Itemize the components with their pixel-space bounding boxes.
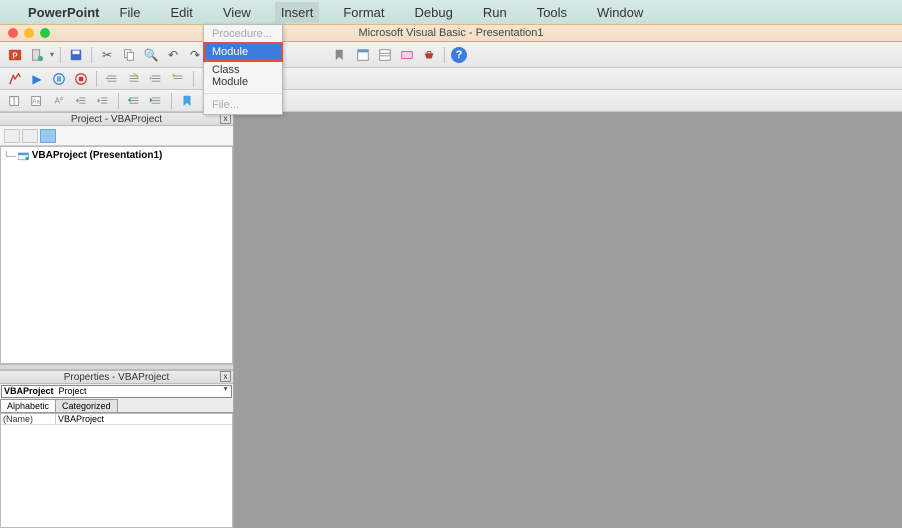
step-into-icon[interactable]: [103, 70, 121, 88]
insert-file[interactable]: File...: [204, 96, 282, 114]
object-browser-icon[interactable]: [398, 46, 416, 64]
find-icon[interactable]: 🔍: [142, 46, 160, 64]
pause-icon[interactable]: [50, 70, 68, 88]
toggle-folders-icon[interactable]: [40, 129, 56, 143]
insert-separator: [204, 93, 282, 94]
insert-module[interactable]: Module: [204, 43, 282, 61]
toolbar-dropdown-arrow-icon[interactable]: ▾: [50, 50, 54, 59]
run-to-cursor-icon[interactable]: [169, 70, 187, 88]
toolbox-icon[interactable]: [420, 46, 438, 64]
tab-alphabetic[interactable]: Alphabetic: [0, 399, 56, 412]
edit-toolbar: Aa Aa: [0, 90, 902, 112]
outdent-icon[interactable]: [94, 92, 112, 110]
save-icon[interactable]: [67, 46, 85, 64]
svg-text:Aa: Aa: [32, 98, 40, 105]
property-name: (Name): [1, 414, 56, 424]
play-icon[interactable]: ▶: [28, 70, 46, 88]
properties-pane: Properties - VBAProject x VBAProject Pro…: [0, 370, 233, 528]
menu-window[interactable]: Window: [591, 2, 649, 23]
insert-class-module[interactable]: Class Module: [204, 61, 282, 91]
vba-project-icon: [18, 151, 30, 161]
powerpoint-icon[interactable]: P: [6, 46, 24, 64]
properties-tabs: Alphabetic Categorized: [0, 399, 233, 413]
uncomment-block-icon[interactable]: [147, 92, 165, 110]
properties-object-combo-wrap: VBAProject Project ▼: [0, 384, 233, 399]
step-out-icon[interactable]: [147, 70, 165, 88]
menu-insert[interactable]: Insert: [275, 2, 320, 23]
property-row-name[interactable]: (Name) VBAProject: [1, 414, 232, 425]
list-constants-icon[interactable]: Aa: [28, 92, 46, 110]
toggle-breakpoint-icon[interactable]: [6, 70, 24, 88]
window-close-button[interactable]: [8, 28, 18, 38]
properties-window-icon[interactable]: [376, 46, 394, 64]
cut-icon[interactable]: ✂: [98, 46, 116, 64]
project-pane-title: Project - VBAProject: [71, 114, 162, 125]
menu-format[interactable]: Format: [337, 2, 390, 23]
tree-item-vbaproject[interactable]: └─ VBAProject (Presentation1): [3, 149, 230, 162]
toolbar-separator: [118, 93, 119, 109]
toolbar-separator: [193, 71, 194, 87]
properties-pane-close-button[interactable]: x: [220, 371, 231, 382]
toolbar-separator: [444, 47, 445, 63]
menu-edit[interactable]: Edit: [164, 2, 198, 23]
window-traffic-lights: [0, 28, 50, 38]
view-object-icon[interactable]: [22, 129, 38, 143]
stop-icon[interactable]: [72, 70, 90, 88]
code-area: [234, 112, 902, 528]
debug-toolbar: ▶: [0, 68, 902, 90]
list-properties-icon[interactable]: [6, 92, 24, 110]
insert-dropdown: Procedure... Module Class Module File...: [203, 24, 283, 115]
properties-object-combo[interactable]: VBAProject Project ▼: [1, 385, 232, 398]
properties-object-value: VBAProject Project: [4, 386, 87, 396]
menubar-app-name[interactable]: PowerPoint: [28, 5, 100, 20]
main-area: Project - VBAProject x └─ VBAProject (Pr…: [0, 112, 902, 528]
window-minimize-button[interactable]: [24, 28, 34, 38]
toolbar-separator: [171, 93, 172, 109]
menu-file[interactable]: File: [114, 2, 147, 23]
window-title: Microsoft Visual Basic - Presentation1: [0, 27, 902, 39]
toolbar-separator: [60, 47, 61, 63]
insert-procedure[interactable]: Procedure...: [204, 25, 282, 43]
menu-tools[interactable]: Tools: [531, 2, 573, 23]
mac-menubar: PowerPoint File Edit View Insert Format …: [0, 0, 902, 24]
menu-run[interactable]: Run: [477, 2, 513, 23]
help-icon[interactable]: ?: [451, 47, 467, 63]
toolbar-separator: [96, 71, 97, 87]
menu-debug[interactable]: Debug: [409, 2, 459, 23]
tab-categorized[interactable]: Categorized: [55, 399, 118, 412]
project-toolbar: [0, 126, 233, 146]
properties-grid[interactable]: (Name) VBAProject: [0, 413, 233, 528]
project-pane-header: Project - VBAProject x: [0, 112, 233, 126]
svg-text:a: a: [60, 96, 63, 102]
standard-toolbar: P ▾ ✂ 🔍 ↶ ↷ ▶ ?: [0, 42, 902, 68]
window-titlebar: Microsoft Visual Basic - Presentation1: [0, 24, 902, 42]
project-explorer-icon[interactable]: [354, 46, 372, 64]
view-code-icon[interactable]: [4, 129, 20, 143]
property-value[interactable]: VBAProject: [56, 414, 232, 424]
svg-text:P: P: [12, 51, 17, 60]
properties-pane-header: Properties - VBAProject x: [0, 370, 233, 384]
toolbar-separator: [91, 47, 92, 63]
left-pane: Project - VBAProject x └─ VBAProject (Pr…: [0, 112, 234, 528]
step-over-icon[interactable]: [125, 70, 143, 88]
insert-item-icon[interactable]: [28, 46, 46, 64]
project-explorer-tree[interactable]: └─ VBAProject (Presentation1): [0, 146, 233, 364]
design-mode-icon[interactable]: [332, 46, 350, 64]
toggle-bookmark-icon[interactable]: [178, 92, 196, 110]
menu-view[interactable]: View: [217, 2, 257, 23]
indent-icon[interactable]: [72, 92, 90, 110]
tree-item-label: VBAProject (Presentation1): [32, 150, 163, 161]
quick-info-icon[interactable]: Aa: [50, 92, 68, 110]
window-maximize-button[interactable]: [40, 28, 50, 38]
copy-icon[interactable]: [120, 46, 138, 64]
tree-branch-icon: └─: [3, 151, 16, 161]
properties-pane-title: Properties - VBAProject: [64, 372, 170, 383]
combo-dropdown-icon: ▼: [222, 386, 229, 393]
comment-block-icon[interactable]: [125, 92, 143, 110]
undo-icon[interactable]: ↶: [164, 46, 182, 64]
redo-icon[interactable]: ↷: [186, 46, 204, 64]
